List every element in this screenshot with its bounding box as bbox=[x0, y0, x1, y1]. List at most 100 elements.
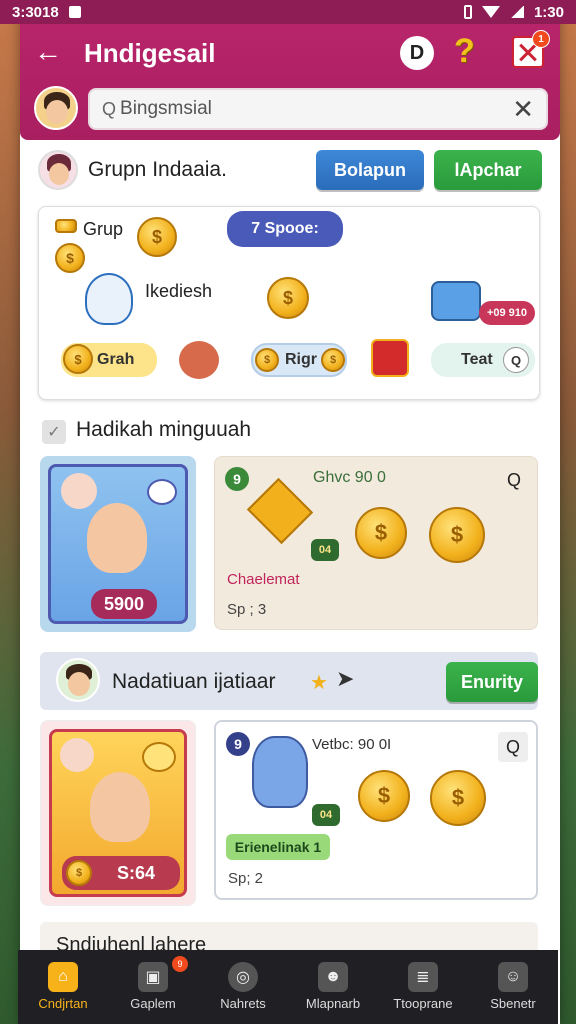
avatar bbox=[61, 473, 97, 509]
search-bar[interactable]: Q ✕ bbox=[88, 88, 548, 130]
section-title: Hadikah minguuah bbox=[76, 418, 252, 441]
reward-sub: Sp ; 3 bbox=[227, 601, 267, 618]
nav-label: Gaplem bbox=[130, 996, 176, 1011]
hooded-character-icon bbox=[252, 736, 308, 808]
d-coin-button[interactable]: D bbox=[400, 36, 434, 70]
avatar bbox=[56, 658, 100, 702]
coin-icon: $ bbox=[255, 348, 279, 372]
teat-pill[interactable]: Teat Q bbox=[431, 343, 535, 377]
nav-item-list[interactable]: ≣ Ttooprane bbox=[378, 950, 468, 1024]
back-arrow-icon[interactable]: ← bbox=[34, 38, 66, 68]
group-avatar bbox=[38, 150, 78, 190]
search-icon[interactable]: Q bbox=[499, 465, 529, 495]
character-icon bbox=[85, 273, 133, 325]
nav-item-target[interactable]: ◎ Nahrets bbox=[198, 950, 288, 1024]
coin-icon: $ bbox=[430, 770, 486, 826]
reward-title: Ghvc 90 0 bbox=[313, 469, 386, 486]
list-icon: ≣ bbox=[408, 962, 438, 992]
avatar bbox=[60, 738, 94, 772]
reward-tile[interactable]: $ S:64 bbox=[40, 720, 196, 906]
reward-title: Vetbc: 90 0I bbox=[312, 736, 392, 753]
banner-title: Nadatiuan ijatiaar bbox=[112, 670, 276, 693]
group-card: Grup $ $ 7 Spooe: Ikediesh $ +09 910 $ G… bbox=[38, 206, 540, 400]
rigr-pill[interactable]: $ Rigr $ bbox=[251, 343, 347, 377]
apchar-button[interactable]: lApchar bbox=[434, 150, 542, 190]
count-badge: 9 bbox=[225, 467, 249, 491]
home-icon: ⌂ bbox=[48, 962, 78, 992]
nav-item-gift[interactable]: ▣ 9 Gaplem bbox=[108, 950, 198, 1024]
chat-icon bbox=[142, 742, 176, 772]
signal-icon bbox=[509, 6, 524, 18]
nav-item-home[interactable]: ⌂ Cndjrtan bbox=[18, 950, 108, 1024]
app-header: ← Hndigesail D ? 1 Q ✕ bbox=[20, 24, 560, 140]
cursor-icon: ➤ bbox=[336, 666, 355, 691]
small-coin-icon bbox=[55, 219, 77, 233]
grah-pill[interactable]: $ Grah bbox=[61, 343, 157, 377]
search-icon: Q bbox=[503, 347, 529, 373]
reward-label: Chaelemat bbox=[227, 571, 300, 588]
page-title: Hndigesail bbox=[84, 38, 216, 68]
character-label: Ikediesh bbox=[145, 281, 213, 301]
kid-character-icon bbox=[90, 772, 150, 842]
price-badge: 5900 bbox=[91, 589, 157, 619]
reward-tile[interactable]: 5900 bbox=[40, 456, 196, 632]
star-icon: ★ bbox=[310, 672, 328, 694]
coin-bag-icon: $ bbox=[137, 217, 177, 257]
coin-icon: $ bbox=[55, 243, 85, 273]
grup-label: Grup bbox=[83, 219, 124, 239]
notification-badge: 1 bbox=[532, 30, 550, 48]
truck-icon bbox=[431, 281, 481, 321]
chat-icon bbox=[147, 479, 177, 505]
avatar[interactable] bbox=[34, 86, 78, 130]
nav-label: Sbenetr bbox=[490, 996, 536, 1011]
gift-box-icon bbox=[371, 339, 409, 377]
search-icon[interactable]: Q bbox=[498, 732, 528, 762]
help-icon[interactable]: ? bbox=[454, 32, 482, 70]
status-time-right: 1:30 bbox=[533, 3, 564, 21]
notification-icon bbox=[68, 6, 81, 18]
level-chip: 04 bbox=[312, 804, 340, 826]
nav-label: Nahrets bbox=[220, 996, 266, 1011]
bottom-nav: ⌂ Cndjrtan ▣ 9 Gaplem ◎ Nahrets ☻ Mlapna… bbox=[18, 950, 558, 1024]
coin-icon: $ bbox=[355, 507, 407, 559]
bolapun-button[interactable]: Bolapun bbox=[316, 150, 424, 190]
reward-sub: Sp; 2 bbox=[228, 870, 264, 887]
count-badge: 9 bbox=[226, 732, 250, 756]
coin-icon: $ bbox=[321, 348, 345, 372]
nav-item-profile[interactable]: ☺ Sbenetr bbox=[468, 950, 558, 1024]
nav-label: Mlapnarb bbox=[305, 996, 361, 1011]
coin-bag-icon: $ bbox=[267, 277, 309, 319]
status-bar: 3:3018 1:30 bbox=[0, 0, 576, 24]
level-chip: 04 bbox=[311, 539, 339, 561]
coin-icon: $ bbox=[66, 860, 92, 886]
search-icon: Q bbox=[102, 98, 117, 119]
gift-icon: ▣ bbox=[138, 962, 168, 992]
nav-item-people[interactable]: ☻ Mlapnarb bbox=[288, 950, 378, 1024]
search-input[interactable] bbox=[120, 98, 513, 120]
coin-icon: $ bbox=[429, 507, 485, 563]
nav-label: Cndjrtan bbox=[38, 996, 88, 1011]
monkey-icon bbox=[179, 341, 219, 379]
reward-info-card[interactable]: 9 Ghvc 90 0 Q 04 $ $ Chaelemat Sp ; 3 bbox=[214, 456, 538, 630]
status-time-left: 3:3018 bbox=[12, 3, 59, 21]
kid-character-icon bbox=[87, 503, 147, 573]
profile-icon: ☺ bbox=[498, 962, 528, 992]
partial-section: Sndiuhenl lahere bbox=[40, 922, 538, 952]
price-badge: $ S:64 bbox=[62, 856, 180, 890]
coin-icon: $ bbox=[358, 770, 410, 822]
reward-info-card[interactable]: 9 Vetbc: 90 0I Q 04 $ $ Erienelinak 1 Sp… bbox=[214, 720, 538, 900]
price-tag: +09 910 bbox=[479, 301, 535, 325]
nav-badge: 9 bbox=[172, 956, 188, 972]
target-icon: ◎ bbox=[228, 962, 258, 992]
star-medal-icon bbox=[246, 477, 314, 545]
spoon-pill[interactable]: 7 Spooe: bbox=[227, 211, 343, 247]
coin-icon: $ bbox=[63, 344, 93, 374]
check-icon: ✓ bbox=[42, 420, 66, 444]
enurity-button[interactable]: Enurity bbox=[446, 662, 538, 702]
clear-icon[interactable]: ✕ bbox=[512, 94, 534, 125]
people-icon: ☻ bbox=[318, 962, 348, 992]
nav-label: Ttooprane bbox=[393, 996, 453, 1011]
group-title: Grupn Indaaia. bbox=[88, 158, 227, 181]
wifi-icon bbox=[481, 6, 500, 18]
battery-icon bbox=[463, 5, 472, 19]
